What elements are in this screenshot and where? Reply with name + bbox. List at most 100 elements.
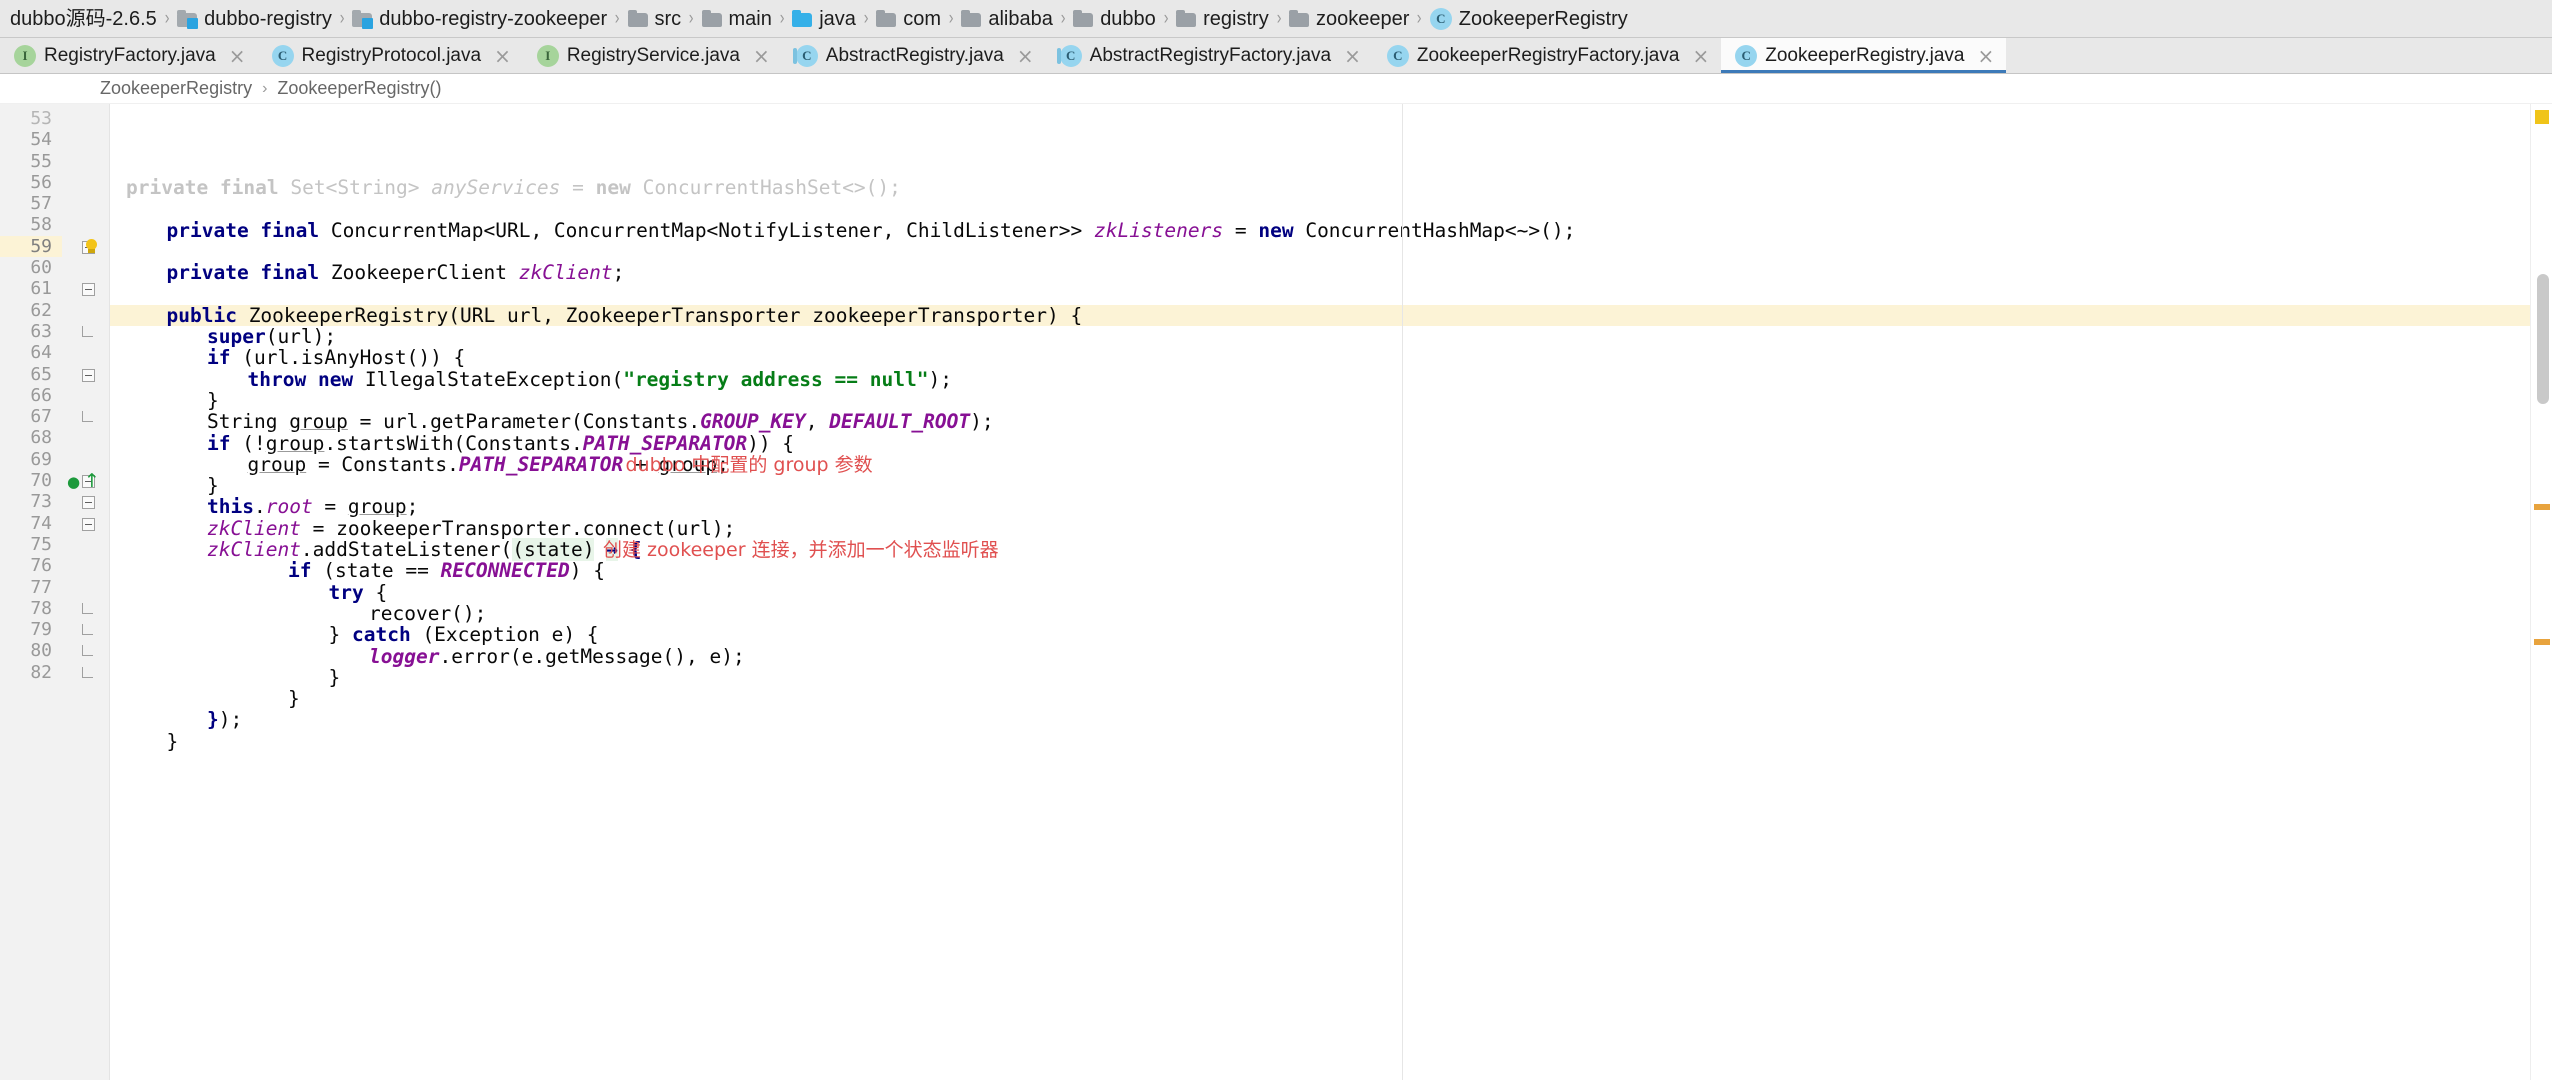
code-line[interactable]: }: [110, 688, 2530, 709]
fold-row[interactable]: [62, 364, 109, 385]
code-folding-gutter[interactable]: ● ↑: [62, 104, 110, 1080]
stripe-mark[interactable]: [2534, 639, 2550, 645]
fold-row[interactable]: [62, 491, 109, 512]
implements-arrow-icon[interactable]: ↑: [84, 470, 100, 492]
fold-collapse-icon[interactable]: [82, 368, 95, 382]
close-icon[interactable]: ×: [1344, 46, 1361, 66]
breadcrumb-item-zookeeperregistry[interactable]: C ZookeeperRegistry: [1426, 4, 1632, 34]
code-line[interactable]: group = Constants.PATH_SEPARATOR + group…: [110, 454, 2530, 476]
editor-tab-registryprotocol-java[interactable]: C RegistryProtocol.java ×: [258, 38, 523, 73]
fold-row[interactable]: [62, 214, 109, 235]
breadcrumb-item-registry[interactable]: registry: [1172, 4, 1273, 34]
file-breadcrumb-item[interactable]: ZookeeperRegistry(): [277, 78, 441, 99]
fold-row[interactable]: [62, 151, 109, 172]
fold-row[interactable]: [62, 278, 109, 299]
breadcrumb-item-dubbo-registry-zookeeper[interactable]: dubbo-registry-zookeeper: [348, 4, 611, 34]
code-line[interactable]: private final Set<String> anyServices = …: [110, 177, 2530, 198]
fold-row[interactable]: [62, 555, 109, 576]
fold-row[interactable]: [62, 619, 109, 640]
override-marker-icon[interactable]: ●: [67, 473, 80, 491]
navigation-breadcrumb-bar[interactable]: dubbo源码-2.6.5 › dubbo-registry › dubbo-regis…: [0, 0, 2552, 38]
fold-end-icon[interactable]: [82, 411, 93, 423]
editor-tab-registryservice-java[interactable]: I RegistryService.java ×: [523, 38, 782, 73]
code-line[interactable]: }: [110, 475, 2530, 496]
file-breadcrumb-item[interactable]: ZookeeperRegistry: [100, 78, 252, 99]
code-line[interactable]: logger.error(e.getMessage(), e);: [110, 645, 2530, 667]
fold-collapse-icon[interactable]: [82, 283, 95, 297]
fold-end-icon[interactable]: [82, 666, 93, 678]
code-line[interactable]: private final ZookeeperClient zkClient;: [110, 262, 2530, 283]
close-icon[interactable]: ×: [494, 46, 511, 66]
fold-row[interactable]: [62, 427, 109, 448]
breadcrumb-item-dubbo-registry[interactable]: dubbo-registry: [173, 4, 336, 34]
code-line[interactable]: zkClient.addStateListener((state) → {创建 …: [110, 538, 2530, 562]
editor-tab-zookeeperregistry-java[interactable]: C ZookeeperRegistry.java ×: [1721, 38, 2007, 73]
fold-row[interactable]: [62, 662, 109, 683]
stripe-mark[interactable]: [2534, 504, 2550, 510]
code-line[interactable]: }: [110, 390, 2530, 411]
breadcrumb-item-dubbo-2-6-5[interactable]: dubbo源码-2.6.5: [6, 4, 161, 34]
code-line[interactable]: [110, 198, 2530, 219]
editor-tab-abstractregistry-java[interactable]: C AbstractRegistry.java ×: [782, 38, 1046, 73]
code-line[interactable]: [110, 241, 2530, 262]
code-line[interactable]: });: [110, 709, 2530, 730]
code-line[interactable]: if (url.isAnyHost()) {: [110, 347, 2530, 368]
fold-row[interactable]: [62, 321, 109, 342]
fold-end-icon[interactable]: [82, 602, 93, 614]
close-icon[interactable]: ×: [753, 46, 770, 66]
fold-row[interactable]: [62, 193, 109, 214]
fold-row[interactable]: ● ↑: [62, 470, 109, 492]
code-line[interactable]: } catch (Exception e) {: [110, 624, 2530, 645]
code-line[interactable]: [110, 283, 2530, 304]
intention-bulb-icon[interactable]: [84, 238, 99, 254]
file-structure-breadcrumb[interactable]: ZookeeperRegistry › ZookeeperRegistry(): [0, 74, 2552, 104]
code-line[interactable]: }: [110, 667, 2530, 688]
breadcrumb-item-zookeeper[interactable]: zookeeper: [1285, 4, 1413, 34]
fold-row[interactable]: [62, 257, 109, 278]
close-icon[interactable]: ×: [229, 46, 246, 66]
editor-tab-bar[interactable]: I RegistryFactory.java × C RegistryProtocol.…: [0, 38, 2552, 74]
fold-row[interactable]: [62, 406, 109, 427]
code-line[interactable]: zkClient = zookeeperTransporter.connect(…: [110, 518, 2530, 539]
code-editor[interactable]: 53 54 55 56 57 58 59 60 61 62 63 64 65 66 67 68 69 70 73 74…: [0, 104, 2552, 1080]
editor-marker-scrollbar[interactable]: [2530, 104, 2552, 1080]
code-line[interactable]: if (state == RECONNECTED) {: [110, 560, 2530, 581]
fold-row[interactable]: [62, 385, 109, 406]
editor-tab-zookeeperregistryfactory-java[interactable]: C ZookeeperRegistryFactory.java ×: [1373, 38, 1721, 73]
close-icon[interactable]: ×: [1977, 46, 1994, 66]
breadcrumb-item-src[interactable]: src: [624, 4, 686, 34]
code-line[interactable]: private final ConcurrentMap<URL, Concurr…: [110, 219, 2530, 241]
warning-stripe-indicator[interactable]: [2535, 110, 2549, 124]
editor-tab-abstractregistryfactory-java[interactable]: C AbstractRegistryFactory.java ×: [1046, 38, 1373, 73]
code-line[interactable]: if (!group.startsWith(Constants.PATH_SEP…: [110, 432, 2530, 454]
code-line[interactable]: try {: [110, 581, 2530, 603]
breadcrumb-item-dubbo[interactable]: dubbo: [1069, 4, 1160, 34]
code-line[interactable]: String group = url.getParameter(Constant…: [110, 411, 2530, 432]
code-line[interactable]: this.root = group;: [110, 496, 2530, 517]
fold-row[interactable]: [62, 640, 109, 661]
close-icon[interactable]: ×: [1692, 46, 1709, 66]
code-text-area[interactable]: private final Set<String> anyServices = …: [110, 104, 2530, 1080]
breadcrumb-item-java[interactable]: java: [788, 4, 860, 34]
fold-row[interactable]: [62, 300, 109, 321]
fold-collapse-icon[interactable]: [82, 496, 95, 510]
code-line[interactable]: public ZookeeperRegistry(URL url, Zookee…: [110, 305, 2530, 327]
breadcrumb-item-alibaba[interactable]: alibaba: [957, 4, 1057, 34]
fold-row[interactable]: [62, 449, 109, 470]
fold-row[interactable]: [62, 172, 109, 193]
breadcrumb-item-main[interactable]: main: [698, 4, 776, 34]
fold-end-icon[interactable]: [82, 624, 93, 636]
fold-row[interactable]: [62, 108, 109, 129]
close-icon[interactable]: ×: [1017, 46, 1034, 66]
fold-end-icon[interactable]: [82, 325, 93, 337]
fold-row[interactable]: [62, 342, 109, 363]
fold-end-icon[interactable]: [82, 645, 93, 657]
scrollbar-thumb[interactable]: [2537, 274, 2549, 404]
fold-row[interactable]: [62, 534, 109, 555]
code-line[interactable]: super(url);: [110, 326, 2530, 347]
breadcrumb-item-com[interactable]: com: [872, 4, 945, 34]
fold-row[interactable]: [62, 598, 109, 619]
fold-collapse-icon[interactable]: [82, 517, 95, 531]
code-line[interactable]: throw new IllegalStateException("registr…: [110, 369, 2530, 390]
fold-row[interactable]: [62, 577, 109, 598]
